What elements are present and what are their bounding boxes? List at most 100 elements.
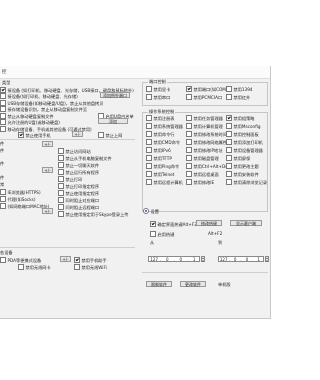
left-row-22[interactable]: PDA等便携式设备 bbox=[0, 257, 41, 263]
block-chat-option[interactable]: 禁止一切聊天软件 bbox=[58, 162, 99, 168]
checkbox[interactable] bbox=[150, 231, 156, 237]
checkbox[interactable] bbox=[0, 257, 6, 263]
checkbox[interactable] bbox=[0, 196, 6, 202]
checkbox[interactable] bbox=[186, 155, 192, 161]
grid-option[interactable]: 禁用修改系统时间 bbox=[186, 131, 227, 137]
checkbox[interactable] bbox=[226, 86, 232, 92]
hotkey-option[interactable]: 确定界面热键Alt+F2 bbox=[150, 221, 197, 227]
checkbox[interactable] bbox=[0, 189, 6, 195]
grid-option[interactable]: 禁用红外 bbox=[226, 94, 250, 100]
checkbox[interactable] bbox=[58, 176, 64, 182]
grid-option[interactable]: 禁用修改网络属性 bbox=[186, 139, 227, 145]
checkbox[interactable] bbox=[58, 204, 64, 210]
checkbox[interactable] bbox=[58, 155, 64, 161]
left-row-3[interactable]: 接设备(如打印机、移动硬盘、光存储) bbox=[0, 93, 78, 99]
grid-option[interactable]: 禁用PCMCIA口 bbox=[186, 94, 222, 100]
ip-to-input[interactable]: 127. 0. 0. 1 bbox=[218, 256, 264, 262]
checkbox[interactable] bbox=[186, 179, 192, 185]
grid-option[interactable]: 禁用修改IE bbox=[186, 179, 214, 185]
checkbox[interactable] bbox=[186, 163, 192, 169]
block-copy-option[interactable]: 禁止从手机电脑复制文件 bbox=[58, 155, 112, 161]
show-client-button[interactable]: 显示客户端 bbox=[230, 220, 262, 226]
checkbox[interactable] bbox=[226, 94, 232, 100]
grid-option[interactable]: 禁用清除浏览记录 bbox=[226, 179, 267, 185]
checkbox[interactable] bbox=[226, 115, 232, 121]
grid-option[interactable]: 禁用注册表 bbox=[146, 115, 174, 121]
checkbox[interactable] bbox=[0, 126, 6, 132]
left-row-17[interactable]: IE浏览器(HTTPS) bbox=[0, 189, 41, 195]
ip-from-stepper[interactable]: ▴ ▾ bbox=[201, 256, 205, 263]
disable-phone-option[interactable]: 禁止使用手机 bbox=[18, 132, 51, 138]
checkbox[interactable] bbox=[58, 197, 64, 203]
checkbox[interactable] bbox=[186, 131, 192, 137]
checkbox[interactable] bbox=[146, 86, 152, 92]
checkbox[interactable] bbox=[146, 115, 152, 121]
row-14-edit-button[interactable]: +/- bbox=[42, 167, 53, 173]
radio[interactable] bbox=[143, 208, 149, 214]
grid-option[interactable]: 禁用远程计算机 bbox=[146, 179, 183, 185]
checkbox[interactable] bbox=[186, 139, 192, 145]
left-row-18[interactable]: 代理(如Socks) bbox=[0, 196, 35, 202]
block-programs-option[interactable]: 禁止运行所有程序 bbox=[58, 169, 99, 175]
checkbox[interactable] bbox=[226, 163, 232, 169]
grid-option[interactable]: 禁用Telnet bbox=[146, 171, 174, 177]
checkbox[interactable] bbox=[226, 147, 232, 153]
checkbox[interactable] bbox=[146, 94, 152, 100]
block-remote-port-option[interactable]: 同时阻止远程端口 bbox=[58, 204, 99, 210]
disable-internet-option[interactable]: 禁止上网 bbox=[98, 132, 122, 138]
left-row-5[interactable]: 接存储设备识别，禁止从移动盘复制文件至 bbox=[0, 106, 87, 112]
grid-option[interactable]: 禁用串口 bbox=[146, 94, 170, 100]
grid-option[interactable]: 禁用设备管理器 bbox=[226, 147, 263, 153]
checkbox[interactable] bbox=[146, 179, 152, 185]
change-software-button[interactable]: 更改软件 bbox=[180, 281, 206, 287]
checkbox[interactable] bbox=[150, 221, 156, 227]
row-10-edit-button[interactable]: +/- bbox=[42, 141, 53, 147]
block-port-option[interactable]: 同时阻止对应端口 bbox=[58, 197, 99, 203]
checkbox[interactable] bbox=[146, 139, 152, 145]
enable-hotkey-option[interactable]: 启用热键 bbox=[150, 231, 174, 237]
block-print-program-option[interactable]: 禁止打印指定程序 bbox=[58, 183, 99, 189]
block-print-option[interactable]: 禁止打印 bbox=[58, 176, 82, 182]
grid-option[interactable]: 禁用屏保 bbox=[226, 155, 250, 161]
block-website-option[interactable]: 禁止访问网站 bbox=[58, 148, 91, 154]
checkbox[interactable] bbox=[18, 264, 24, 270]
checkbox[interactable] bbox=[146, 131, 152, 137]
left-row-7[interactable]: 允许注册的U盘(或移动硬盘) bbox=[0, 119, 60, 125]
grid-option[interactable]: 禁用显卡 bbox=[146, 86, 170, 92]
row-19-edit-button[interactable]: +/- bbox=[42, 208, 53, 214]
checkbox[interactable] bbox=[146, 155, 152, 161]
grid-option[interactable]: 禁用系统管理器 bbox=[146, 123, 183, 129]
checkbox[interactable] bbox=[58, 211, 64, 217]
checkbox[interactable] bbox=[226, 179, 232, 185]
checkbox[interactable] bbox=[0, 93, 6, 99]
disable-wireless-card-option[interactable]: 禁用无线网卡 bbox=[18, 264, 51, 270]
grid-option[interactable]: 禁用添加打印机 bbox=[226, 139, 263, 145]
checkbox[interactable] bbox=[58, 169, 64, 175]
checkbox[interactable] bbox=[98, 132, 104, 138]
grid-option[interactable]: 禁用Ping命令 bbox=[146, 163, 179, 169]
disable-phone-assistant-option[interactable]: 禁用手机助手 bbox=[74, 257, 107, 263]
grid-option[interactable]: 禁用1394 bbox=[226, 86, 253, 92]
checkbox[interactable] bbox=[186, 171, 192, 177]
checkbox[interactable] bbox=[58, 183, 64, 189]
checkbox[interactable] bbox=[186, 147, 192, 153]
grid-option[interactable]: 禁用安装软件 bbox=[226, 171, 259, 177]
checkbox[interactable] bbox=[58, 190, 64, 196]
grid-option[interactable]: 禁用控制面板 bbox=[226, 131, 259, 137]
grid-option[interactable]: 禁用CMD命令 bbox=[146, 139, 180, 145]
checkbox[interactable] bbox=[18, 132, 24, 138]
settings-radio[interactable]: 设置 bbox=[143, 208, 159, 214]
checkbox[interactable] bbox=[186, 123, 192, 129]
grid-option[interactable]: 禁用组策略 bbox=[226, 115, 254, 121]
block-app-option[interactable]: 禁止使用指定程序 bbox=[58, 190, 99, 196]
ip-to-stepper[interactable]: ▴ ▾ bbox=[265, 256, 269, 263]
checkbox[interactable] bbox=[74, 264, 80, 270]
disable-wifi-option[interactable]: 禁用无线WiFi bbox=[74, 264, 107, 270]
restrict-software-button[interactable]: 限制软件 bbox=[146, 281, 172, 287]
checkbox[interactable] bbox=[226, 155, 232, 161]
checkbox[interactable] bbox=[0, 119, 6, 125]
grid-option[interactable]: 禁用Ctrl+Alt+Del bbox=[186, 163, 229, 169]
grid-option[interactable]: 禁用远程桌面 bbox=[186, 171, 219, 177]
checkbox[interactable] bbox=[0, 106, 6, 112]
checkbox[interactable] bbox=[146, 163, 152, 169]
